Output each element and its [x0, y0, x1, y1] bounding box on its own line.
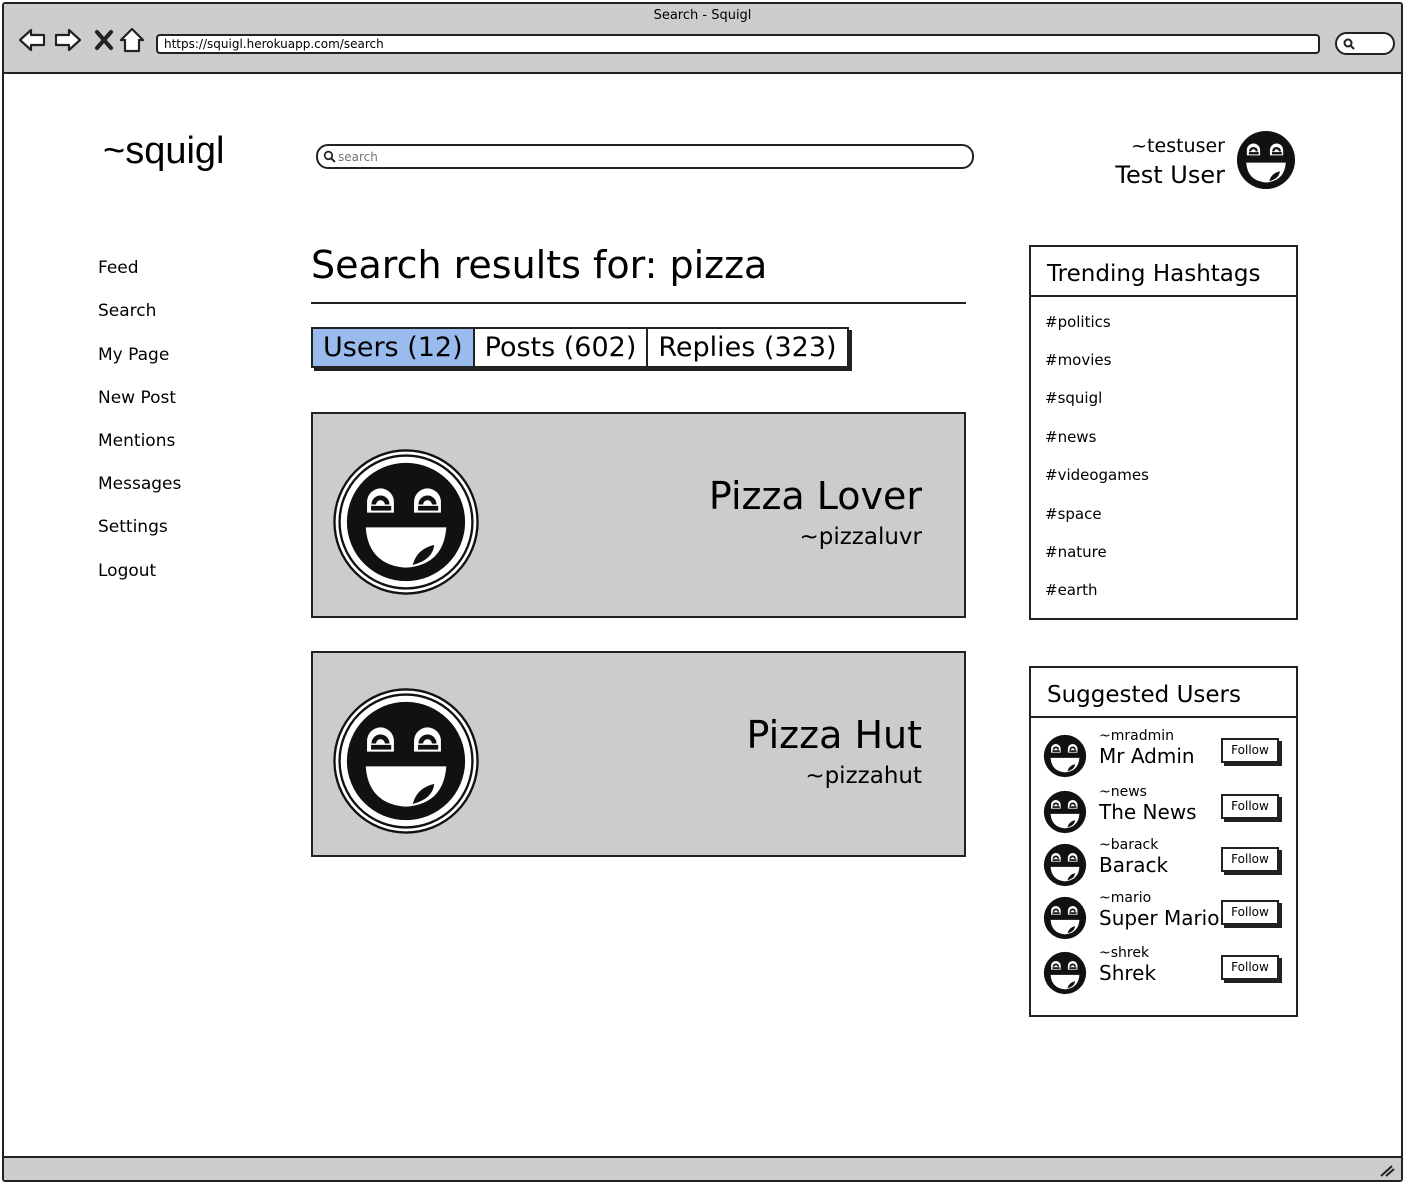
window-title: Search - Squigl — [653, 8, 752, 23]
url-bar[interactable]: https://squigl.herokuapp.com/search — [156, 34, 1320, 54]
hashtag-link[interactable]: #movies — [1045, 351, 1111, 369]
follow-button[interactable]: Follow — [1221, 955, 1279, 980]
follow-button[interactable]: Follow — [1221, 794, 1279, 819]
hashtag-link[interactable]: #squigl — [1045, 389, 1102, 407]
page-title: Search results for: pizza — [311, 243, 768, 287]
nav-item-mentions[interactable]: Mentions — [98, 431, 175, 451]
user-avatar[interactable] — [1041, 949, 1089, 997]
search-icon — [323, 150, 336, 163]
user-result-card[interactable]: Pizza Hut ~pizzahut — [311, 651, 966, 857]
user-result-name: Pizza Lover — [708, 474, 922, 518]
forward-arrow-icon[interactable] — [54, 26, 82, 54]
hashtag-link[interactable]: #videogames — [1045, 466, 1149, 484]
suggested-user-name[interactable]: The News — [1099, 800, 1197, 824]
suggested-user-row: ~news The News Follow — [1031, 784, 1296, 840]
nav-item-search[interactable]: Search — [98, 301, 156, 321]
stop-icon[interactable] — [90, 26, 118, 54]
user-avatar[interactable] — [1041, 841, 1089, 889]
suggested-user-handle[interactable]: ~news — [1099, 784, 1147, 800]
resize-grip-icon[interactable] — [1379, 1163, 1395, 1177]
tab-posts[interactable]: Posts (602) — [475, 329, 649, 366]
search-input[interactable] — [338, 147, 958, 166]
suggested-user-name[interactable]: Super Mario — [1099, 906, 1219, 930]
hashtag-link[interactable]: #space — [1045, 505, 1102, 523]
nav-item-logout[interactable]: Logout — [98, 561, 156, 581]
trending-title: Trending Hashtags — [1031, 247, 1296, 297]
user-avatar[interactable] — [1041, 788, 1089, 836]
hashtag-link[interactable]: #news — [1045, 428, 1096, 446]
tab-replies[interactable]: Replies (323) — [648, 329, 846, 366]
title-divider — [311, 302, 966, 304]
browser-status-bar — [4, 1156, 1401, 1180]
user-avatar[interactable] — [1041, 894, 1089, 942]
user-result-card[interactable]: Pizza Lover ~pizzaluvr — [311, 412, 966, 618]
nav-item-settings[interactable]: Settings — [98, 517, 168, 537]
suggested-user-row: ~barack Barack Follow — [1031, 837, 1296, 893]
current-user-handle: ~testuser — [1131, 135, 1225, 157]
current-user-avatar[interactable] — [1233, 127, 1299, 193]
suggested-users-panel: Suggested Users ~mradmin Mr Admin Follow… — [1029, 666, 1298, 1017]
suggested-title: Suggested Users — [1031, 668, 1296, 718]
current-user-name: Test User — [1115, 161, 1225, 189]
trending-hashtags-panel: Trending Hashtags #politics #movies #squ… — [1029, 245, 1298, 620]
suggested-user-name[interactable]: Mr Admin — [1099, 744, 1195, 768]
search-icon — [1343, 38, 1355, 50]
site-logo[interactable]: ~squigl — [103, 130, 224, 173]
hashtag-link[interactable]: #politics — [1045, 313, 1111, 331]
home-icon[interactable] — [118, 26, 146, 54]
nav-item-my-page[interactable]: My Page — [98, 345, 169, 365]
site-search-field[interactable] — [316, 144, 974, 169]
follow-button[interactable]: Follow — [1221, 847, 1279, 872]
user-avatar — [333, 449, 479, 595]
browser-toolbar: Search - Squigl https://squigl.herokuapp… — [4, 4, 1401, 74]
follow-button[interactable]: Follow — [1221, 738, 1279, 763]
user-avatar[interactable] — [1041, 732, 1089, 780]
hashtag-link[interactable]: #earth — [1045, 581, 1098, 599]
browser-search-field[interactable] — [1335, 32, 1395, 55]
suggested-user-handle[interactable]: ~shrek — [1099, 945, 1149, 961]
nav-item-messages[interactable]: Messages — [98, 474, 181, 494]
user-result-handle: ~pizzaluvr — [799, 524, 922, 550]
suggested-user-name[interactable]: Shrek — [1099, 961, 1156, 985]
result-tabs: Users (12) Posts (602) Replies (323) — [311, 327, 849, 368]
suggested-user-handle[interactable]: ~barack — [1099, 837, 1158, 853]
tab-users[interactable]: Users (12) — [313, 329, 475, 366]
user-avatar — [333, 688, 479, 834]
suggested-user-handle[interactable]: ~mario — [1099, 890, 1151, 906]
user-result-name: Pizza Hut — [746, 713, 922, 757]
suggested-user-name[interactable]: Barack — [1099, 853, 1168, 877]
back-arrow-icon[interactable] — [18, 26, 46, 54]
nav-item-feed[interactable]: Feed — [98, 258, 139, 278]
follow-button[interactable]: Follow — [1221, 900, 1279, 925]
user-result-handle: ~pizzahut — [805, 763, 922, 789]
suggested-user-row: ~mradmin Mr Admin Follow — [1031, 728, 1296, 784]
hashtag-link[interactable]: #nature — [1045, 543, 1107, 561]
suggested-user-row: ~mario Super Mario Follow — [1031, 890, 1296, 946]
nav-item-new-post[interactable]: New Post — [98, 388, 176, 408]
suggested-user-handle[interactable]: ~mradmin — [1099, 728, 1174, 744]
suggested-user-row: ~shrek Shrek Follow — [1031, 945, 1296, 1001]
